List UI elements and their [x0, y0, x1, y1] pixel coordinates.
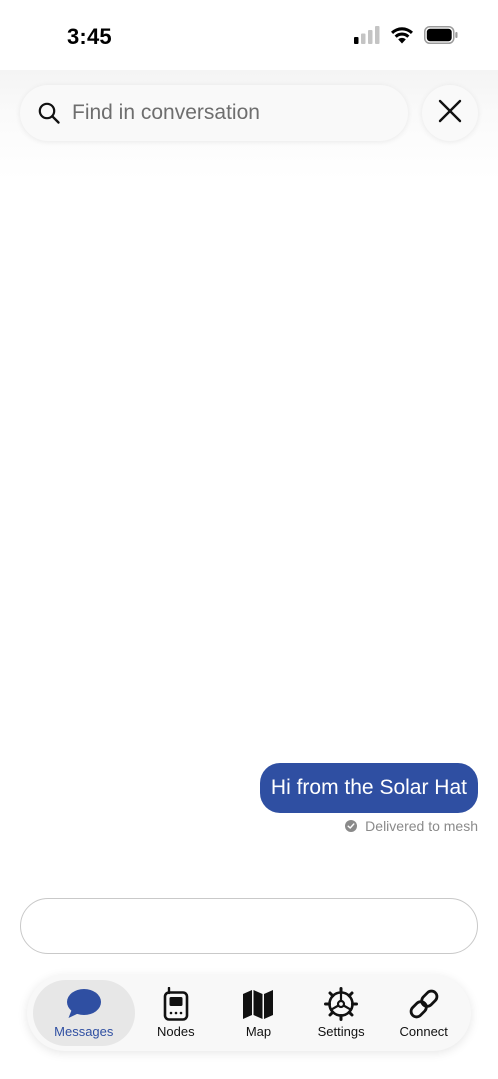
cellular-signal-icon — [354, 26, 380, 49]
radio-device-icon — [158, 987, 194, 1021]
search-field[interactable] — [20, 85, 408, 141]
tab-label: Connect — [399, 1024, 448, 1039]
tab-label: Messages — [54, 1024, 114, 1039]
tab-settings[interactable]: Settings — [300, 980, 383, 1046]
status-bar: 3:45 — [0, 0, 498, 70]
tab-label: Nodes — [157, 1024, 195, 1039]
checkmark-icon — [345, 820, 358, 832]
search-icon — [36, 100, 62, 126]
close-search-button[interactable] — [422, 85, 478, 141]
tab-messages[interactable]: Messages — [33, 980, 135, 1046]
search-input[interactable] — [70, 100, 374, 126]
map-icon — [240, 987, 276, 1021]
close-icon — [437, 98, 463, 129]
wifi-icon — [390, 26, 414, 49]
chat-bubble-icon — [66, 987, 102, 1021]
status-time: 3:45 — [67, 24, 112, 49]
link-icon — [406, 987, 442, 1021]
message-bubble[interactable]: Hi from the Solar Hat — [259, 763, 478, 813]
tab-label: Settings — [317, 1024, 365, 1039]
tab-nodes[interactable]: Nodes — [135, 980, 218, 1046]
status-icons — [354, 26, 458, 49]
tab-label: Map — [245, 1024, 272, 1039]
tab-bar: Messages Nodes Map Settings Connect — [27, 975, 471, 1051]
message-text: Hi from the Solar Hat — [270, 776, 467, 799]
tab-map[interactable]: Map — [217, 980, 300, 1046]
tab-connect[interactable]: Connect — [382, 980, 465, 1046]
message-input[interactable] — [20, 898, 478, 954]
gear-icon — [323, 987, 359, 1021]
delivery-status-text: Delivered to mesh — [365, 818, 478, 834]
search-bar-area — [0, 70, 498, 180]
battery-icon — [424, 26, 458, 49]
delivery-status: Delivered to mesh — [345, 818, 478, 834]
